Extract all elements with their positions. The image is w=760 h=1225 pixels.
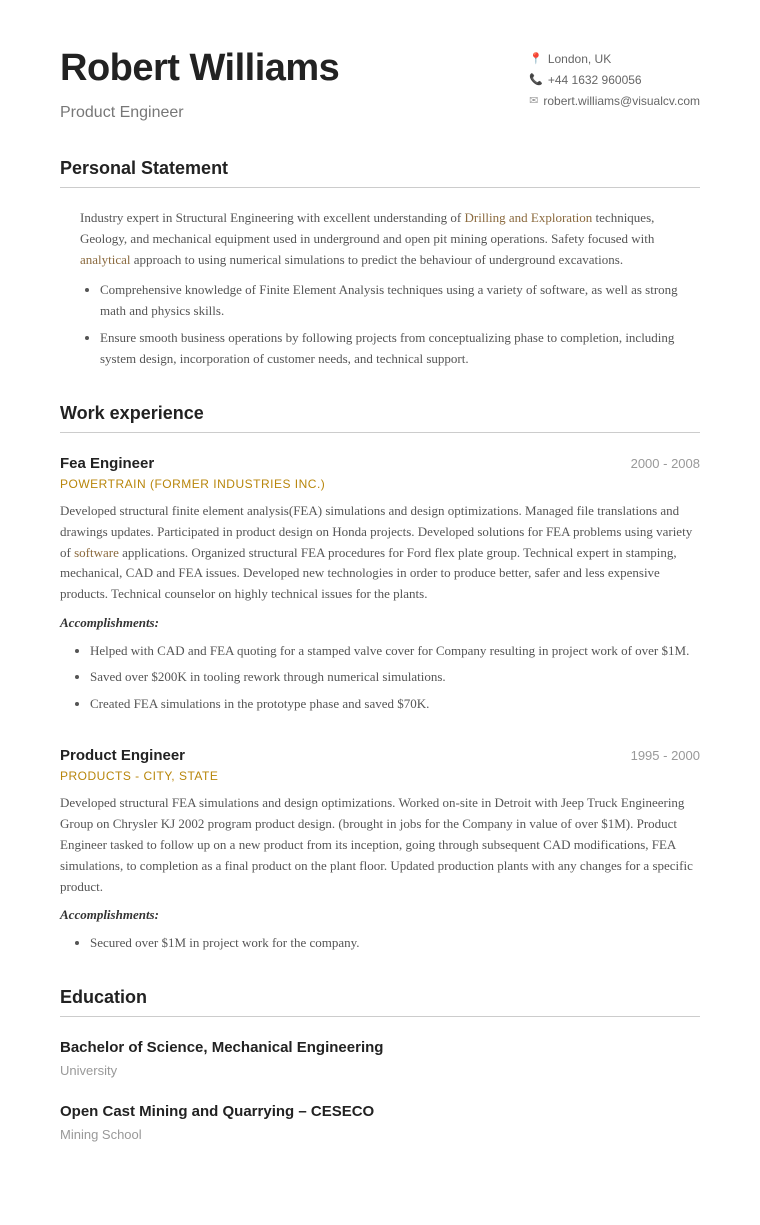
- candidate-title: Product Engineer: [60, 101, 339, 125]
- job-dates-1: 2000 - 2008: [631, 454, 700, 474]
- job-title-2: Product Engineer: [60, 745, 185, 768]
- header-left: Robert Williams Product Engineer: [60, 40, 339, 125]
- job-header-2: Product Engineer 1995 - 2000: [60, 745, 700, 768]
- job-title-1: Fea Engineer: [60, 453, 154, 476]
- personal-statement-paragraph: Industry expert in Structural Engineerin…: [70, 208, 700, 270]
- edu-degree-2: Open Cast Mining and Quarrying – CESECO: [60, 1101, 700, 1124]
- contact-location: 📍 London, UK: [529, 50, 700, 68]
- personal-bullet-1: Comprehensive knowledge of Finite Elemen…: [100, 280, 700, 322]
- email-text: robert.williams@visualcv.com: [543, 92, 700, 110]
- contact-info: 📍 London, UK 📞 +44 1632 960056 ✉ robert.…: [529, 50, 700, 113]
- candidate-name: Robert Williams: [60, 40, 339, 97]
- work-experience-title: Work experience: [60, 400, 700, 433]
- education-entry-2: Open Cast Mining and Quarrying – CESECO …: [60, 1101, 700, 1145]
- job-header-1: Fea Engineer 2000 - 2008: [60, 453, 700, 476]
- personal-statement-section: Personal Statement Industry expert in St…: [60, 155, 700, 370]
- education-entry-1: Bachelor of Science, Mechanical Engineer…: [60, 1037, 700, 1081]
- accomplishments-label-2: Accomplishments:: [60, 905, 700, 925]
- personal-bullet-2: Ensure smooth business operations by fol…: [100, 328, 700, 370]
- location-icon: 📍: [529, 51, 543, 68]
- personal-statement-title: Personal Statement: [60, 155, 700, 188]
- accomplishments-label-1: Accomplishments:: [60, 613, 700, 633]
- job-description-1: Developed structural finite element anal…: [60, 501, 700, 605]
- phone-text: +44 1632 960056: [548, 71, 642, 89]
- job-company-2: PRODUCTS - CITY, STATE: [60, 767, 700, 785]
- highlight-software: software: [74, 545, 119, 560]
- personal-statement-content: Industry expert in Structural Engineerin…: [60, 208, 700, 370]
- highlight-analytical: analytical: [80, 252, 131, 267]
- edu-school-1: University: [60, 1061, 700, 1081]
- job-dates-2: 1995 - 2000: [631, 746, 700, 766]
- contact-phone: 📞 +44 1632 960056: [529, 71, 700, 89]
- personal-statement-bullets: Comprehensive knowledge of Finite Elemen…: [70, 280, 700, 369]
- header: Robert Williams Product Engineer 📍 Londo…: [60, 40, 700, 125]
- accomplishments-list-2: Secured over $1M in project work for the…: [60, 933, 700, 954]
- resume-page: Robert Williams Product Engineer 📍 Londo…: [0, 0, 760, 1225]
- email-icon: ✉: [529, 93, 538, 110]
- accomplishment-1-2: Saved over $200K in tooling rework throu…: [90, 667, 700, 688]
- highlight-prototype: in the prototype phase: [224, 696, 339, 711]
- edu-degree-1: Bachelor of Science, Mechanical Engineer…: [60, 1037, 700, 1060]
- location-text: London, UK: [548, 50, 611, 68]
- accomplishment-1-3: Created FEA simulations in the prototype…: [90, 694, 700, 715]
- edu-school-2: Mining School: [60, 1125, 700, 1145]
- phone-icon: 📞: [529, 72, 543, 89]
- job-description-2: Developed structural FEA simulations and…: [60, 793, 700, 897]
- work-experience-section: Work experience Fea Engineer 2000 - 2008…: [60, 400, 700, 954]
- job-company-1: POWERTRAIN (FORMER INDUSTRIES INC.): [60, 475, 700, 493]
- education-title: Education: [60, 984, 700, 1017]
- accomplishment-1-1: Helped with CAD and FEA quoting for a st…: [90, 641, 700, 662]
- accomplishment-2-1: Secured over $1M in project work for the…: [90, 933, 700, 954]
- job-entry-1: Fea Engineer 2000 - 2008 POWERTRAIN (FOR…: [60, 453, 700, 715]
- job-entry-2: Product Engineer 1995 - 2000 PRODUCTS - …: [60, 745, 700, 954]
- contact-email: ✉ robert.williams@visualcv.com: [529, 92, 700, 110]
- accomplishments-list-1: Helped with CAD and FEA quoting for a st…: [60, 641, 700, 715]
- highlight-drilling: Drilling and Exploration: [464, 210, 592, 225]
- education-section: Education Bachelor of Science, Mechanica…: [60, 984, 700, 1145]
